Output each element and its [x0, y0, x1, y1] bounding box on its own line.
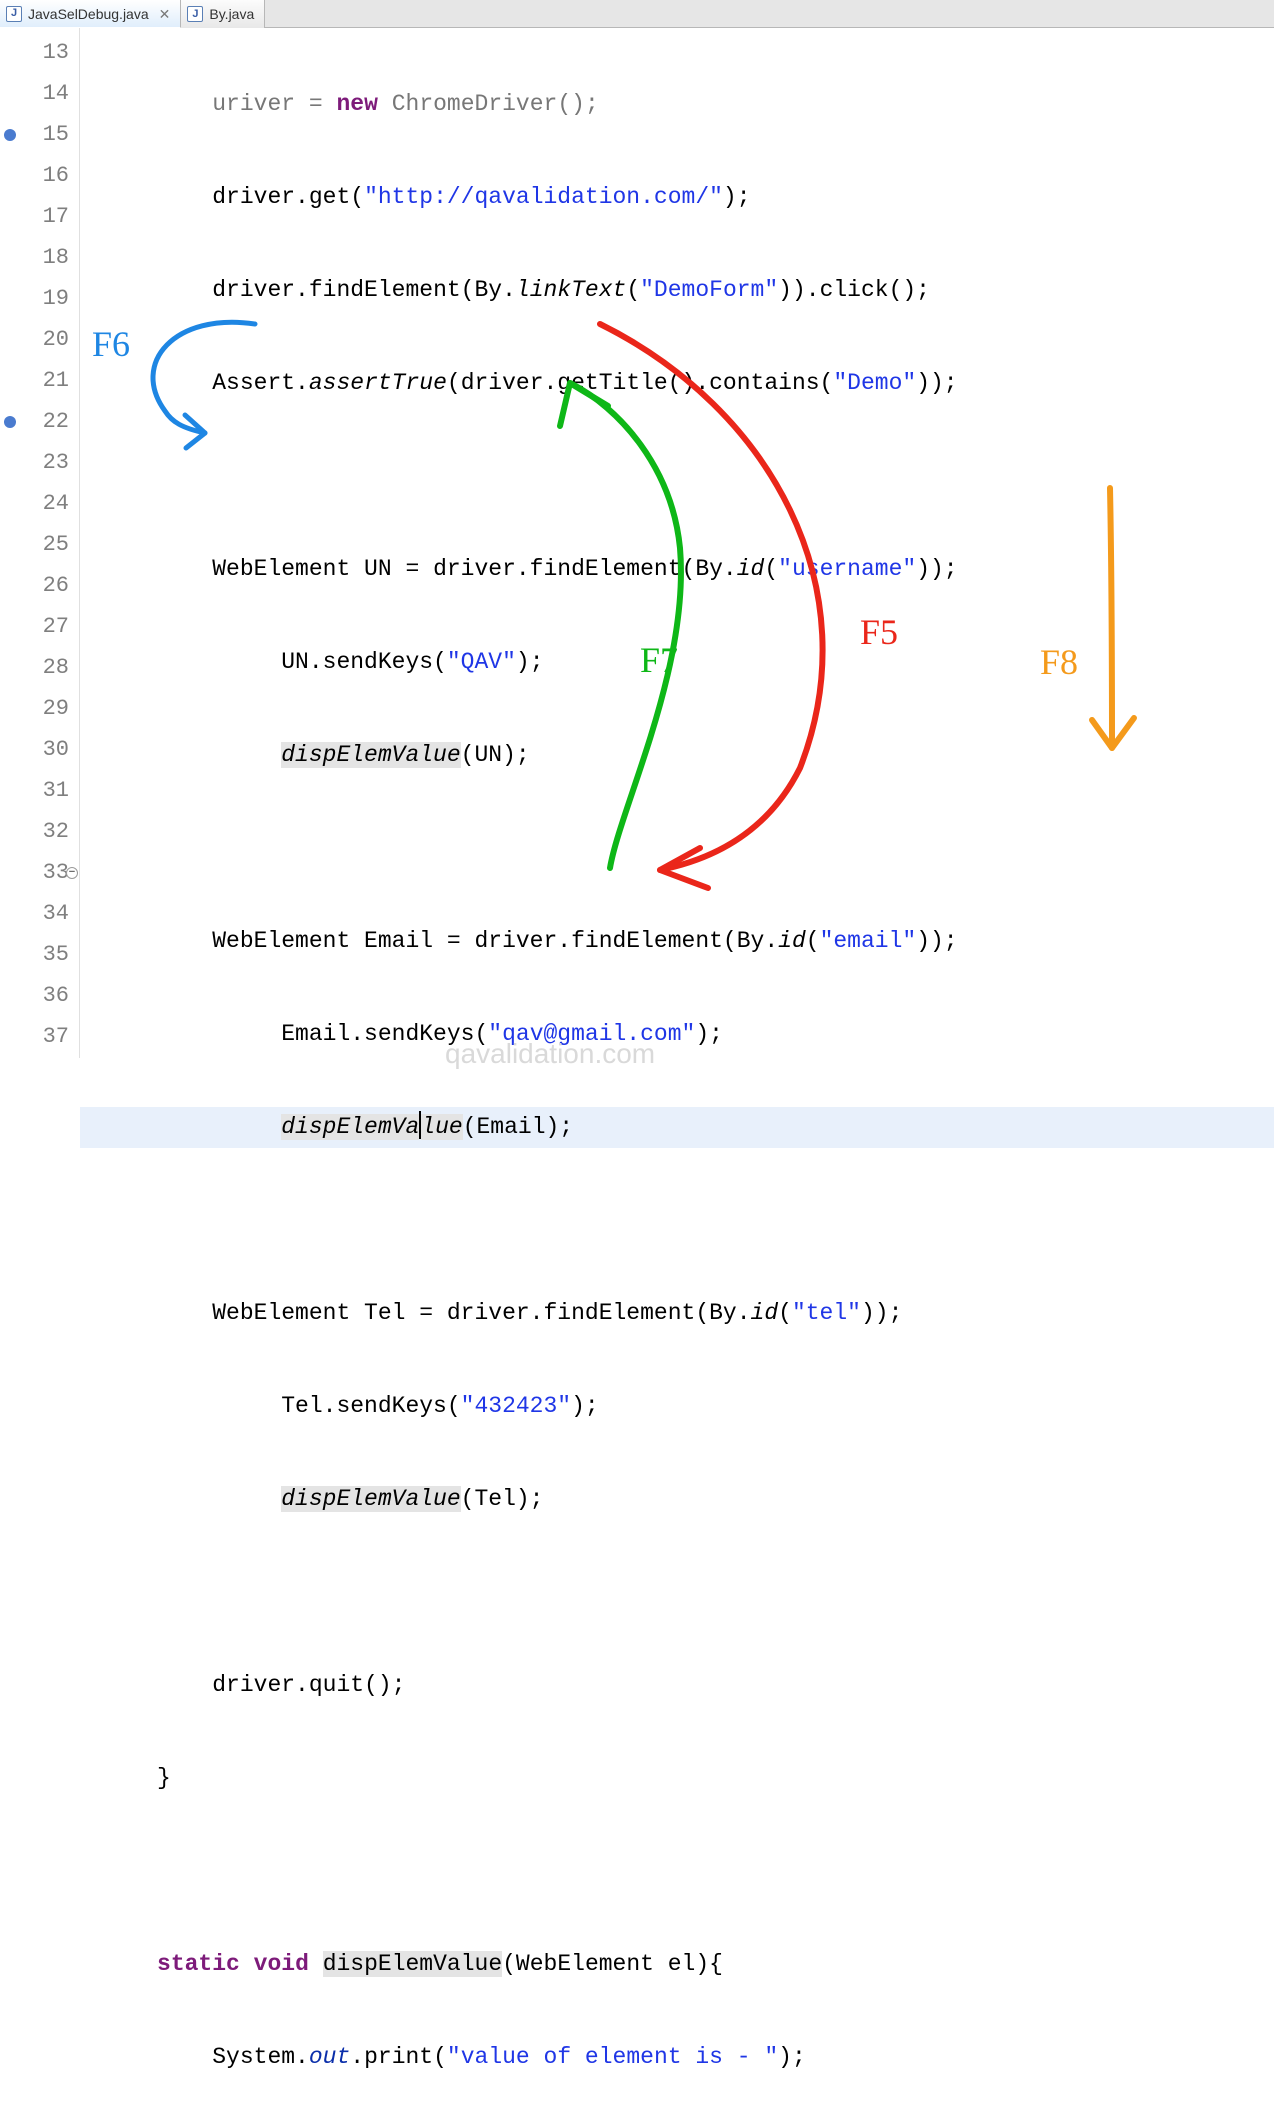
breakpoint-icon[interactable] — [4, 129, 16, 141]
line-number-gutter: 1314151617181920212223242526272829303132… — [0, 28, 80, 1058]
tab-by-java[interactable]: J By.java — [181, 0, 265, 28]
tab-label: JavaSelDebug.java — [28, 6, 149, 22]
code-line-16: Assert.assertTrue(driver.getTitle().cont… — [80, 363, 1274, 404]
code-line-22: WebElement Email = driver.findElement(By… — [80, 921, 1274, 962]
gutter-line-23[interactable]: 23 — [0, 442, 79, 483]
code-editor[interactable]: 1314151617181920212223242526272829303132… — [0, 28, 1274, 1058]
gutter-line-25[interactable]: 25 — [0, 524, 79, 565]
code-line-18: WebElement UN = driver.findElement(By.id… — [80, 549, 1274, 590]
tab-bar: J JavaSelDebug.java ✕ J By.java — [0, 0, 1274, 28]
gutter-line-36[interactable]: 36 — [0, 975, 79, 1016]
code-line-23: Email.sendKeys("qav@gmail.com"); — [80, 1014, 1274, 1055]
gutter-line-24[interactable]: 24 — [0, 483, 79, 524]
java-file-icon: J — [187, 6, 203, 22]
code-line-19: UN.sendKeys("QAV"); — [80, 642, 1274, 683]
gutter-line-20[interactable]: 20 — [0, 319, 79, 360]
gutter-line-31[interactable]: 31 — [0, 770, 79, 811]
gutter-line-35[interactable]: 35 — [0, 934, 79, 975]
gutter-line-21[interactable]: 21 — [0, 360, 79, 401]
gutter-line-17[interactable]: 17 — [0, 196, 79, 237]
gutter-line-22[interactable]: 22 — [0, 401, 79, 442]
gutter-line-32[interactable]: 32 — [0, 811, 79, 852]
fold-toggle-icon[interactable]: − — [66, 867, 78, 879]
gutter-line-34[interactable]: 34 — [0, 893, 79, 934]
code-line-26: WebElement Tel = driver.findElement(By.i… — [80, 1293, 1274, 1334]
code-line-17 — [80, 456, 1274, 497]
code-line-33: static void dispElemValue(WebElement el)… — [80, 1944, 1274, 1985]
gutter-line-37[interactable]: 37 — [0, 1016, 79, 1057]
code-line-28: dispElemValue(Tel); — [80, 1479, 1274, 1520]
code-line-34: System.out.print("value of element is - … — [80, 2037, 1274, 2078]
code-line-24: dispElemValue(Email); — [80, 1107, 1274, 1148]
code-line-30: driver.quit(); — [80, 1665, 1274, 1706]
gutter-line-30[interactable]: 30 — [0, 729, 79, 770]
code-line-15: driver.findElement(By.linkText("DemoForm… — [80, 270, 1274, 311]
tab-javaseldebug[interactable]: J JavaSelDebug.java ✕ — [0, 0, 181, 28]
gutter-line-28[interactable]: 28 — [0, 647, 79, 688]
java-file-icon: J — [6, 6, 22, 22]
gutter-line-26[interactable]: 26 — [0, 565, 79, 606]
gutter-line-16[interactable]: 16 — [0, 155, 79, 196]
gutter-line-13[interactable]: 13 — [0, 32, 79, 73]
gutter-line-14[interactable]: 14 — [0, 73, 79, 114]
tab-label: By.java — [209, 6, 254, 22]
code-line-31: } — [80, 1758, 1274, 1799]
code-line-21 — [80, 828, 1274, 869]
code-line-13: uriver = new ChromeDriver(); — [80, 84, 1274, 125]
code-line-20: dispElemValue(UN); — [80, 735, 1274, 776]
gutter-line-18[interactable]: 18 — [0, 237, 79, 278]
gutter-line-19[interactable]: 19 — [0, 278, 79, 319]
code-line-29 — [80, 1572, 1274, 1613]
gutter-line-33[interactable]: 33− — [0, 852, 79, 893]
gutter-line-29[interactable]: 29 — [0, 688, 79, 729]
code-line-32 — [80, 1851, 1274, 1892]
code-column[interactable]: uriver = new ChromeDriver(); driver.get(… — [80, 28, 1274, 1058]
breakpoint-icon[interactable] — [4, 416, 16, 428]
close-icon[interactable]: ✕ — [159, 7, 171, 21]
code-line-25 — [80, 1200, 1274, 1241]
code-line-14: driver.get("http://qavalidation.com/"); — [80, 177, 1274, 218]
gutter-line-27[interactable]: 27 — [0, 606, 79, 647]
code-line-27: Tel.sendKeys("432423"); — [80, 1386, 1274, 1427]
gutter-line-15[interactable]: 15 — [0, 114, 79, 155]
